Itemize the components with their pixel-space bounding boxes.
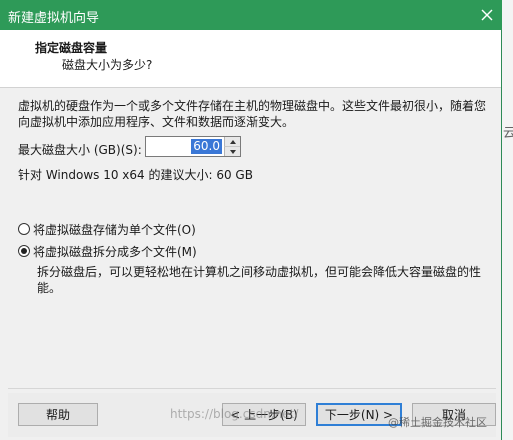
window-title: 新建虚拟机向导 — [8, 11, 100, 26]
radio-split-files[interactable] — [18, 245, 30, 257]
spin-down-button[interactable] — [224, 147, 240, 156]
spin-up-button[interactable] — [224, 137, 240, 147]
option-single-file-label[interactable]: 将虚拟磁盘存储为单个文件(O) — [33, 221, 196, 238]
wizard-header: 指定磁盘容量 磁盘大小为多少? — [0, 30, 501, 88]
titlebar: 新建虚拟机向导 — [0, 0, 502, 30]
arrow-up-icon — [229, 139, 236, 144]
option-single-file[interactable]: 将虚拟磁盘存储为单个文件(O) — [18, 220, 196, 238]
recommended-size-text: 针对 Windows 10 x64 的建议大小: 60 GB — [18, 168, 253, 182]
watermark-url: https://blog.csdn.net/ — [170, 407, 299, 421]
disk-size-value[interactable]: 60.0 — [191, 139, 222, 154]
close-icon — [481, 9, 493, 21]
footer-divider — [8, 388, 496, 389]
help-button[interactable]: 帮助 — [18, 403, 98, 426]
watermark-site: @稀土掘金技术社区 — [388, 416, 487, 429]
page-subtitle: 磁盘大小为多少? — [62, 58, 153, 72]
backdrop-text: 云 — [503, 126, 513, 140]
option-split-files-label[interactable]: 将虚拟磁盘拆分成多个文件(M) — [33, 243, 197, 260]
page-title: 指定磁盘容量 — [35, 41, 108, 55]
description-text: 虚拟机的硬盘作为一个或多个文件存储在主机的物理磁盘中。这些文件最初很小，随着您向… — [18, 99, 487, 129]
radio-single-file[interactable] — [18, 223, 30, 235]
close-button[interactable] — [472, 0, 502, 30]
split-description-text: 拆分磁盘后，可以更轻松地在计算机之间移动虚拟机，但可能会降低大容量磁盘的性能。 — [37, 265, 482, 295]
disk-size-spinbox[interactable]: 60.0 — [145, 136, 241, 157]
disk-size-row: 最大磁盘大小 (GB)(S): — [18, 139, 142, 159]
new-vm-wizard-dialog: 新建虚拟机向导 指定磁盘容量 磁盘大小为多少? 虚拟机的硬盘作为一个或多个文件存… — [0, 0, 502, 440]
option-split-files[interactable]: 将虚拟磁盘拆分成多个文件(M) — [18, 242, 197, 260]
arrow-down-icon — [229, 149, 236, 154]
disk-size-label: 最大磁盘大小 (GB)(S): — [18, 142, 142, 157]
